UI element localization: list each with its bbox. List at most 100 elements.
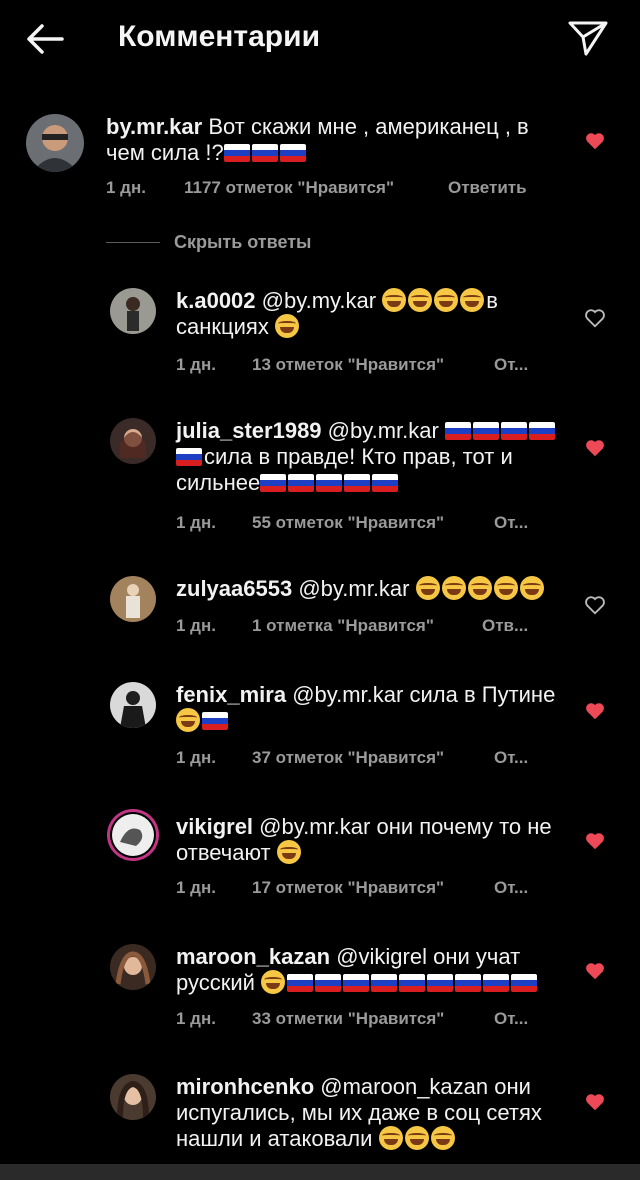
reply-button[interactable]: Отв... bbox=[482, 616, 528, 636]
reply-mention[interactable]: @by.mr.kar bbox=[292, 682, 403, 707]
russia-flag-icon bbox=[511, 974, 538, 992]
heart-filled-icon[interactable] bbox=[584, 437, 606, 459]
laughing-emoji-icon bbox=[519, 576, 544, 600]
reply-button[interactable]: Ответить bbox=[448, 178, 527, 198]
page-title: Комментарии bbox=[118, 20, 321, 53]
reply-likes[interactable]: 17 отметок "Нравится" bbox=[252, 878, 444, 898]
reply-likes[interactable]: 37 отметок "Нравится" bbox=[252, 748, 444, 768]
laughing-emoji-icon bbox=[276, 840, 301, 864]
russia-flag-icon bbox=[251, 144, 278, 162]
russia-flag-icon bbox=[343, 974, 370, 992]
heart-filled-icon[interactable] bbox=[584, 1091, 606, 1113]
comment-likes[interactable]: 1177 отметок "Нравится" bbox=[184, 178, 394, 198]
laughing-emoji-icon bbox=[404, 1126, 429, 1150]
russia-flag-icon bbox=[223, 144, 250, 162]
reply-likes[interactable]: 13 отметок "Нравится" bbox=[252, 355, 444, 375]
avatar[interactable] bbox=[110, 682, 156, 728]
heart-filled-icon[interactable] bbox=[584, 130, 606, 152]
laughing-emoji-icon bbox=[408, 288, 433, 312]
avatar[interactable] bbox=[110, 576, 156, 622]
reply-text: zulyaa6553 @by.mr.kar bbox=[176, 576, 566, 602]
reply-username[interactable]: julia_ster1989 bbox=[176, 418, 322, 443]
russia-flag-icon bbox=[344, 474, 371, 492]
avatar[interactable] bbox=[110, 288, 156, 334]
russia-flag-icon bbox=[483, 974, 510, 992]
reply-button[interactable]: От... bbox=[494, 355, 528, 375]
reply-username[interactable]: mironhcenko bbox=[176, 1074, 314, 1099]
reply-text: julia_ster1989 @by.mr.kar сила в правде!… bbox=[176, 418, 566, 496]
russia-flag-icon bbox=[455, 974, 482, 992]
reply-time: 1 дн. bbox=[176, 513, 216, 532]
avatar[interactable] bbox=[110, 944, 156, 990]
russia-flag-icon bbox=[288, 474, 315, 492]
russia-flag-icon bbox=[176, 448, 202, 466]
reply-time: 1 дн. bbox=[176, 1009, 216, 1028]
reply-username[interactable]: zulyaa6553 bbox=[176, 576, 292, 601]
reply-button[interactable]: От... bbox=[494, 748, 528, 768]
heart-outline-icon[interactable] bbox=[584, 307, 606, 329]
heart-filled-icon[interactable] bbox=[584, 830, 606, 852]
comment-time: 1 дн. bbox=[106, 178, 146, 197]
reply-mention[interactable]: @by.mr.kar bbox=[298, 576, 409, 601]
reply-text: vikigrel @by.mr.kar они почему то не отв… bbox=[176, 814, 566, 866]
reply-time: 1 дн. bbox=[176, 878, 216, 897]
reply-time: 1 дн. bbox=[176, 748, 216, 767]
reply-mention[interactable]: @by.mr.kar bbox=[259, 814, 370, 839]
avatar[interactable] bbox=[110, 1074, 156, 1120]
hide-replies-button[interactable]: Скрыть ответы bbox=[174, 232, 311, 253]
russia-flag-icon bbox=[399, 974, 426, 992]
reply-username[interactable]: maroon_kazan bbox=[176, 944, 330, 969]
back-arrow-icon[interactable] bbox=[22, 18, 68, 60]
reply-mention[interactable]: @by.mr.kar bbox=[328, 418, 439, 443]
russia-flag-icon bbox=[316, 474, 343, 492]
avatar[interactable] bbox=[110, 418, 156, 464]
russia-flag-icon bbox=[372, 474, 399, 492]
russia-flag-icon bbox=[472, 422, 499, 440]
reply-mention[interactable]: @vikigrel bbox=[336, 944, 427, 969]
comment-username[interactable]: by.mr.kar bbox=[106, 114, 202, 139]
reply-mention[interactable]: @by.my.kar bbox=[262, 288, 376, 313]
heart-filled-icon[interactable] bbox=[584, 960, 606, 982]
laughing-emoji-icon bbox=[460, 288, 485, 312]
laughing-emoji-icon bbox=[434, 288, 459, 312]
russia-flag-icon bbox=[287, 974, 314, 992]
laughing-emoji-icon bbox=[378, 1126, 403, 1150]
reply-mention[interactable]: @maroon_kazan bbox=[320, 1074, 488, 1099]
reply-username[interactable]: fenix_mira bbox=[176, 682, 286, 707]
laughing-emoji-icon bbox=[430, 1126, 455, 1150]
russia-flag-icon bbox=[202, 712, 228, 730]
laughing-emoji-icon bbox=[441, 576, 466, 600]
russia-flag-icon bbox=[444, 422, 471, 440]
russia-flag-icon bbox=[500, 422, 527, 440]
reply-time: 1 дн. bbox=[176, 355, 216, 374]
reply-likes[interactable]: 1 отметка "Нравится" bbox=[252, 616, 434, 636]
avatar[interactable] bbox=[106, 808, 160, 862]
reply-button[interactable]: От... bbox=[494, 513, 528, 533]
top-bar: Комментарии bbox=[0, 0, 640, 78]
reply-username[interactable]: vikigrel bbox=[176, 814, 253, 839]
avatar[interactable] bbox=[26, 114, 84, 172]
reply-body: сила в Путине bbox=[409, 682, 556, 707]
comment-text: by.mr.kar Вот скажи мне , американец , в… bbox=[106, 114, 566, 166]
reply-likes[interactable]: 55 отметок "Нравится" bbox=[252, 513, 444, 533]
reply-text: fenix_mira @by.mr.kar сила в Путине bbox=[176, 682, 566, 734]
reply-button[interactable]: От... bbox=[494, 1009, 528, 1029]
reply-text: k.a0002 @by.my.kar в санкциях bbox=[176, 288, 556, 340]
laughing-emoji-icon bbox=[261, 970, 286, 994]
russia-flag-icon bbox=[371, 974, 398, 992]
reply-button[interactable]: От... bbox=[494, 878, 528, 898]
reply-time: 1 дн. bbox=[176, 616, 216, 635]
reply-username[interactable]: k.a0002 bbox=[176, 288, 256, 313]
grinning-emoji-icon bbox=[176, 708, 200, 732]
russia-flag-icon bbox=[279, 144, 306, 162]
heart-outline-icon[interactable] bbox=[584, 594, 606, 616]
heart-filled-icon[interactable] bbox=[584, 700, 606, 722]
russia-flag-icon bbox=[427, 974, 454, 992]
laughing-emoji-icon bbox=[493, 576, 518, 600]
reply-text: maroon_kazan @vikigrel они учат русский bbox=[176, 944, 566, 996]
laughing-emoji-icon bbox=[467, 576, 492, 600]
reply-likes[interactable]: 33 отметки "Нравится" bbox=[252, 1009, 444, 1029]
laughing-emoji-icon bbox=[382, 288, 407, 312]
russia-flag-icon bbox=[315, 974, 342, 992]
send-icon[interactable] bbox=[566, 18, 610, 58]
